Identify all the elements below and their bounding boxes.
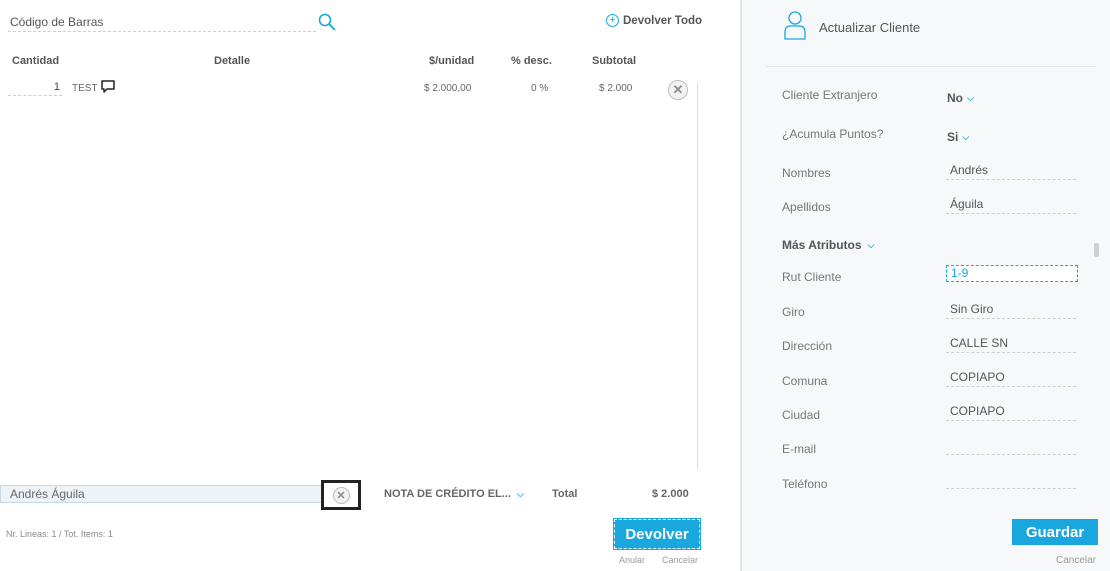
clear-client-button[interactable]: ✕	[321, 480, 361, 510]
cliente-extranjero-value: No	[947, 91, 963, 105]
telefono-field[interactable]	[946, 472, 1076, 489]
item-unit-price: $ 2.000,00	[424, 83, 472, 94]
scrollbar[interactable]	[1094, 243, 1099, 257]
acumula-puntos-select[interactable]: Si ⌵	[947, 130, 969, 144]
devolver-todo-label: Devolver Todo	[623, 14, 703, 27]
client-search-field[interactable]: Andrés Águila	[0, 485, 322, 503]
comment-icon[interactable]	[101, 80, 115, 93]
quantity-input[interactable]: 1	[8, 81, 62, 96]
devolver-button[interactable]: Devolver	[613, 518, 701, 550]
anular-link[interactable]: Anular	[619, 555, 645, 565]
cliente-extranjero-select[interactable]: No ⌵	[947, 91, 974, 105]
label-rut: Rut Cliente	[782, 270, 842, 284]
item-subtotal: $ 2.000	[599, 83, 633, 94]
chevron-down-icon: ⌵	[962, 131, 970, 142]
email-field[interactable]	[946, 438, 1076, 455]
title-divider	[766, 66, 1096, 67]
plus-circle-icon: +	[606, 14, 619, 27]
app-root: + Devolver Todo Cantidad Detalle $/unida…	[0, 0, 1110, 571]
total-label: Total	[552, 488, 578, 500]
item-discount: 0 %	[531, 83, 549, 94]
label-ciudad: Ciudad	[782, 408, 821, 422]
mas-atributos-toggle[interactable]: Más Atributos ⌵	[782, 238, 874, 252]
header-discount: % desc.	[511, 55, 552, 67]
close-icon: ✕	[672, 82, 684, 97]
header-subtotal: Subtotal	[592, 55, 636, 67]
document-type-label: NOTA DE CRÉDITO EL...	[384, 488, 511, 500]
comuna-field[interactable]: COPIAPO	[946, 370, 1076, 387]
label-direccion: Dirección	[782, 339, 833, 353]
label-acumula-puntos: ¿Acumula Puntos?	[782, 127, 884, 141]
label-giro: Giro	[782, 305, 805, 319]
document-type-select[interactable]: NOTA DE CRÉDITO EL... ⌵	[384, 488, 524, 500]
header-unit-price: $/unidad	[429, 55, 475, 67]
label-nombres: Nombres	[782, 166, 831, 180]
guardar-button[interactable]: Guardar	[1012, 519, 1098, 545]
user-icon	[784, 11, 806, 40]
nombres-field[interactable]: Andrés	[946, 163, 1076, 180]
direccion-field[interactable]: CALLE SN	[946, 336, 1076, 353]
label-telefono: Teléfono	[782, 477, 828, 491]
item-detail: TEST	[72, 83, 98, 94]
total-value: $ 2.000	[652, 488, 689, 500]
header-cantidad: Cantidad	[12, 55, 60, 67]
cancelar-client-link[interactable]: Cancelar	[1056, 555, 1096, 566]
devolver-todo-button[interactable]: + Devolver Todo	[606, 14, 702, 27]
label-apellidos: Apellidos	[782, 200, 831, 214]
label-email: E-mail	[782, 442, 817, 456]
header-detalle: Detalle	[214, 55, 251, 67]
chevron-down-icon: ⌵	[516, 488, 524, 499]
list-divider	[697, 82, 698, 470]
chevron-down-icon: ⌵	[967, 92, 974, 103]
return-panel: + Devolver Todo Cantidad Detalle $/unida…	[0, 0, 740, 571]
cancelar-link[interactable]: Cancelar	[662, 555, 698, 565]
panel-title: Actualizar Cliente	[819, 20, 921, 35]
label-comuna: Comuna	[782, 374, 828, 388]
barcode-input[interactable]	[8, 12, 316, 32]
close-icon: ✕	[332, 486, 350, 504]
rut-field[interactable]: 1-9	[946, 265, 1078, 282]
giro-field[interactable]: Sin Giro	[946, 302, 1076, 319]
apellidos-field[interactable]: Águila	[946, 197, 1076, 214]
chevron-down-icon: ⌵	[867, 239, 875, 250]
acumula-puntos-value: Si	[947, 130, 959, 144]
label-cliente-extranjero: Cliente Extranjero	[782, 88, 878, 102]
search-icon[interactable]	[318, 13, 336, 31]
line-counts: Nr. Lineas: 1 / Tot. Items: 1	[6, 529, 113, 539]
ciudad-field[interactable]: COPIAPO	[946, 404, 1076, 421]
remove-item-button[interactable]: ✕	[668, 80, 688, 100]
mas-atributos-label: Más Atributos	[782, 238, 862, 252]
barcode-field[interactable]	[8, 12, 316, 32]
